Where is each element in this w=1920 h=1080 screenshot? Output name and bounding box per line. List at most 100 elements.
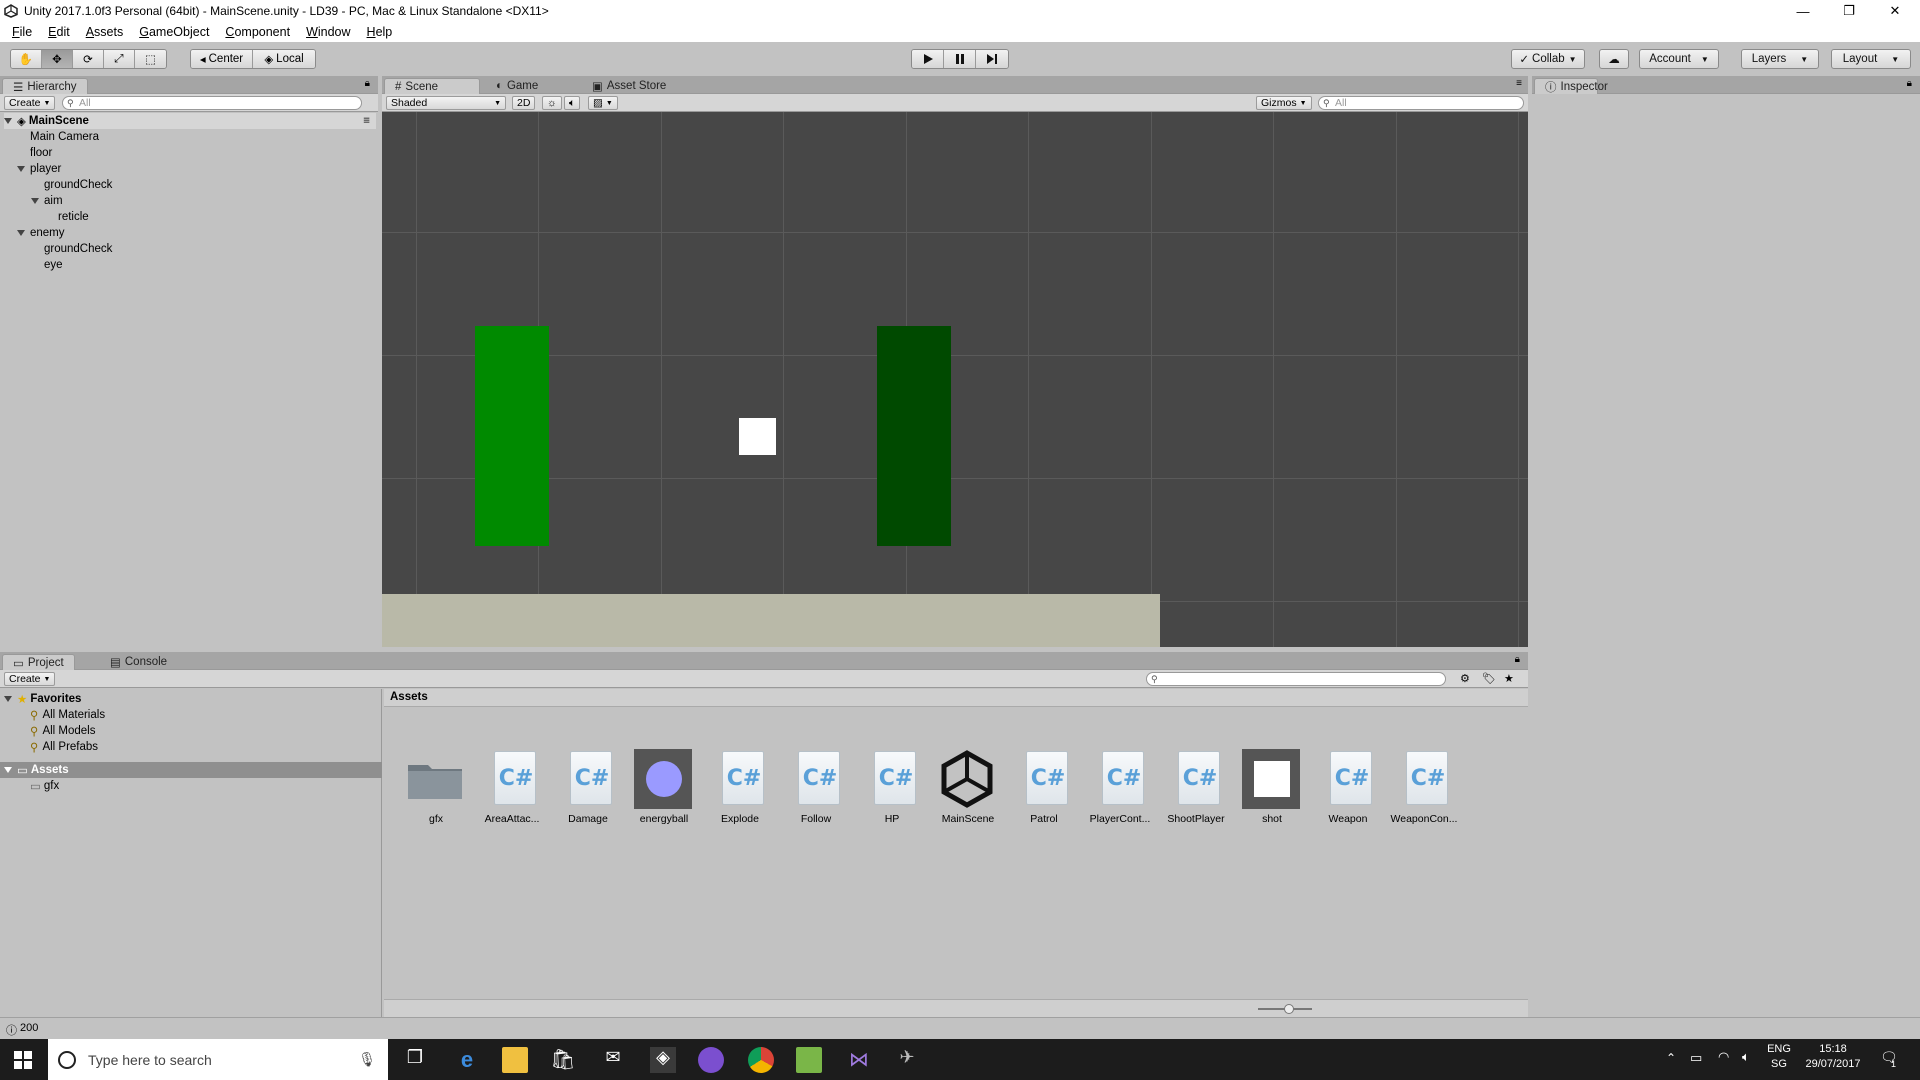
tab-scene[interactable]: # Scene xyxy=(384,78,480,94)
discord-icon[interactable] xyxy=(698,1047,724,1073)
asset-item[interactable]: gfx xyxy=(398,749,468,833)
battery-icon[interactable]: ▭ xyxy=(1690,1050,1702,1066)
favorite-all-materials[interactable]: ⚲ All Materials xyxy=(30,707,105,723)
expand-triangle-icon[interactable] xyxy=(17,230,25,236)
hierarchy-item-player[interactable]: player xyxy=(17,161,61,177)
language-indicator[interactable]: ENG SG xyxy=(1766,1043,1792,1070)
menu-window[interactable]: Window xyxy=(298,25,358,39)
move-tool-icon[interactable]: ✥ xyxy=(42,50,73,68)
play-icon[interactable] xyxy=(912,50,944,68)
asset-item[interactable]: C# HP xyxy=(854,749,924,833)
pause-icon[interactable] xyxy=(944,50,976,68)
account-button[interactable]: Account ▼ xyxy=(1639,49,1719,69)
hand-tool-icon[interactable]: ✋ xyxy=(11,50,42,68)
pivot-center-button[interactable]: ◂ Center xyxy=(191,50,253,68)
enemy-sprite[interactable] xyxy=(877,326,951,546)
cloud-button[interactable]: ☁ xyxy=(1599,49,1629,69)
tab-game[interactable]: ◐ Game xyxy=(486,78,548,94)
hierarchy-item-groundcheck[interactable]: groundCheck xyxy=(44,241,112,257)
favorite-all-prefabs[interactable]: ⚲ All Prefabs xyxy=(30,739,98,755)
favorite-all-models[interactable]: ⚲ All Models xyxy=(30,723,96,739)
asset-item[interactable]: C# PlayerCont... xyxy=(1082,749,1152,833)
scale-tool-icon[interactable]: ⤢ xyxy=(104,50,135,68)
expand-triangle-icon[interactable] xyxy=(31,198,39,204)
hierarchy-item-floor[interactable]: floor xyxy=(30,145,52,161)
pivot-local-button[interactable]: ◈ Local xyxy=(253,50,315,68)
step-icon[interactable] xyxy=(976,50,1008,68)
assets-root-row[interactable]: ▭ Assets xyxy=(0,762,382,778)
game-app-icon[interactable]: ✈ xyxy=(894,1047,920,1073)
favorite-star-icon[interactable]: ★ xyxy=(1504,672,1514,685)
layers-button[interactable]: Layers ▼ xyxy=(1741,49,1819,69)
asset-item[interactable]: MainScene xyxy=(930,749,1000,833)
maximize-button[interactable]: ❐ xyxy=(1826,0,1872,22)
asset-item[interactable]: C# Damage xyxy=(550,749,620,833)
hierarchy-item-aim[interactable]: aim xyxy=(31,193,63,209)
hierarchy-item-eye[interactable]: eye xyxy=(44,257,63,273)
lock-icon[interactable]: 🔒︎ xyxy=(1907,78,1912,89)
file-explorer-icon[interactable] xyxy=(502,1047,528,1073)
audio-toggle[interactable]: 🔈︎ xyxy=(564,96,581,110)
assets-folder-gfx[interactable]: ▭ gfx xyxy=(30,778,59,794)
collab-button[interactable]: ✓ Collab ▼ xyxy=(1511,49,1585,69)
scene-search-input[interactable]: ⚲ All xyxy=(1318,96,1524,110)
scene-row[interactable]: ◈ MainScene ≡ xyxy=(4,113,376,129)
asset-item[interactable]: C# WeaponCon... xyxy=(1386,749,1457,833)
asset-item[interactable]: C# Weapon xyxy=(1310,749,1380,833)
player-sprite[interactable] xyxy=(475,326,549,546)
asset-item[interactable]: C# ShootPlayer xyxy=(1158,749,1228,833)
mail-icon[interactable]: ✉ xyxy=(600,1047,626,1073)
lock-icon[interactable]: 🔒︎ xyxy=(1515,654,1520,665)
chrome-icon[interactable] xyxy=(748,1047,774,1073)
tab-hierarchy[interactable]: ☰ Hierarchy xyxy=(2,78,88,94)
expand-triangle-icon[interactable] xyxy=(4,696,12,702)
project-create-button[interactable]: Create ▼ xyxy=(4,672,56,686)
effects-toggle[interactable]: ▨ ▼ xyxy=(588,96,618,110)
zoom-slider-handle[interactable] xyxy=(1284,1004,1294,1014)
menu-help[interactable]: Help xyxy=(359,25,401,39)
windows-start-icon[interactable] xyxy=(10,1047,36,1073)
tab-project[interactable]: ▭ Project xyxy=(2,654,75,670)
close-button[interactable]: ✕ xyxy=(1872,0,1918,22)
lock-icon[interactable]: 🔒︎ xyxy=(365,78,370,89)
show-hidden-icons-icon[interactable]: ⌃ xyxy=(1666,1051,1676,1065)
hierarchy-item-main-camera[interactable]: Main Camera xyxy=(30,129,99,145)
project-search-input[interactable]: ⚲ xyxy=(1146,672,1446,686)
expand-triangle-icon[interactable] xyxy=(4,118,12,124)
filter-by-label-icon[interactable]: 🏷︎ xyxy=(1482,672,1496,685)
menu-gameobject[interactable]: GameObject xyxy=(131,25,217,39)
taskbar-search-box[interactable]: Type here to search 🎙︎ xyxy=(48,1039,388,1080)
asset-item[interactable]: shot xyxy=(1234,749,1304,833)
expand-triangle-icon[interactable] xyxy=(4,767,12,773)
toggle-2d-button[interactable]: 2D xyxy=(512,96,536,110)
tab-inspector[interactable]: ⓘ Inspector xyxy=(1534,78,1608,94)
menu-assets[interactable]: Assets xyxy=(78,25,132,39)
filter-by-type-icon[interactable]: ⚙ xyxy=(1460,672,1470,685)
unity-app-icon[interactable]: ◈ xyxy=(650,1047,676,1073)
asset-item[interactable]: C# Explode xyxy=(702,749,772,833)
shading-dropdown[interactable]: Shaded ▼ xyxy=(386,96,506,110)
shot-sprite[interactable] xyxy=(739,418,776,455)
edge-browser-icon[interactable]: e xyxy=(454,1047,480,1073)
store-icon[interactable]: 🛍︎ xyxy=(550,1047,576,1073)
menu-edit[interactable]: Edit xyxy=(40,25,78,39)
tab-console[interactable]: ▤ Console xyxy=(100,654,177,670)
hierarchy-item-groundcheck[interactable]: groundCheck xyxy=(44,177,112,193)
visual-studio-icon[interactable]: ⋈ xyxy=(846,1047,872,1073)
notepad-plus-icon[interactable] xyxy=(796,1047,822,1073)
menu-file[interactable]: File xyxy=(4,25,40,39)
layout-button[interactable]: Layout ▼ xyxy=(1831,49,1911,69)
asset-item[interactable]: energyball xyxy=(626,749,696,833)
microphone-icon[interactable]: 🎙︎ xyxy=(358,1051,376,1068)
minimize-button[interactable]: — xyxy=(1780,0,1826,22)
hierarchy-item-enemy[interactable]: enemy xyxy=(17,225,65,241)
hierarchy-item-reticle[interactable]: reticle xyxy=(58,209,89,225)
expand-triangle-icon[interactable] xyxy=(17,166,25,172)
floor-sprite[interactable] xyxy=(382,594,1160,647)
menu-component[interactable]: Component xyxy=(217,25,298,39)
panel-menu-icon[interactable]: ≡ xyxy=(1516,78,1522,89)
wifi-icon[interactable]: ◠ xyxy=(1718,1049,1729,1065)
task-view-icon[interactable]: ❐ xyxy=(402,1047,428,1073)
lighting-toggle[interactable]: ☼ xyxy=(542,96,562,110)
tab-asset-store[interactable]: ▣ Asset Store xyxy=(582,78,676,94)
